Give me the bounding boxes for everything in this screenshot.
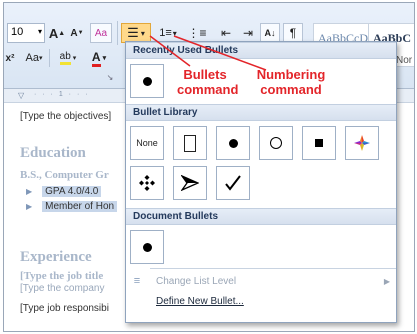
- annotation-arrows: [149, 35, 267, 71]
- bullets-command-annotation: Bullets command: [177, 67, 238, 97]
- numbering-command-text: Numbering command: [256, 67, 326, 97]
- word-window: 10 ▾ A ▲ A ▼ Aa ☰ ▾ 1≡ ▾ ⋮≡ ⇤ ⇥ A↓ ¶ AaB…: [3, 2, 415, 332]
- numbering-command-annotation: Numbering command: [255, 67, 327, 97]
- bullets-command-text: Bullets command: [177, 67, 239, 97]
